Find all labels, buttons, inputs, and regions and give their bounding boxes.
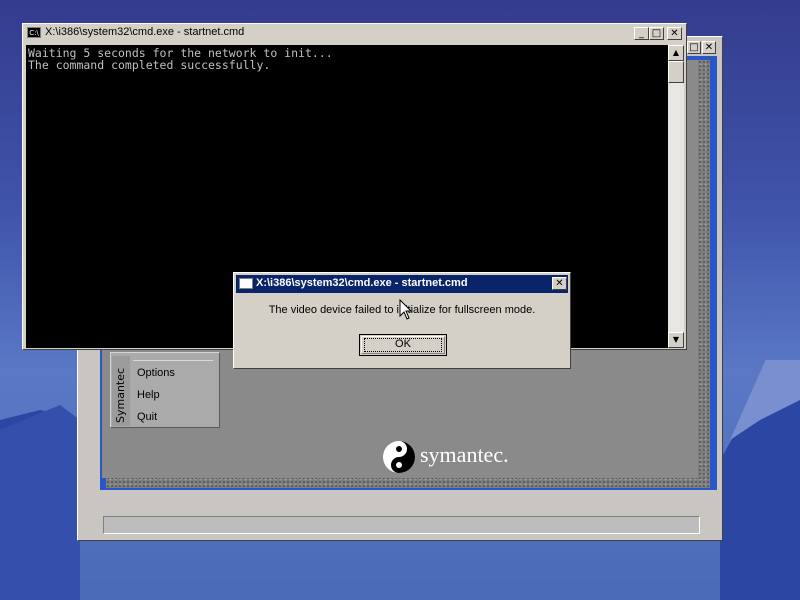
ok-button[interactable]: OK: [359, 334, 447, 356]
menu-item-help[interactable]: Help: [137, 389, 160, 401]
back-window-maximize-button[interactable]: □: [687, 41, 701, 54]
scroll-up-button[interactable]: ▲: [668, 45, 684, 61]
scroll-down-button[interactable]: ▼: [668, 332, 684, 348]
menu-item-quit[interactable]: Quit: [137, 411, 157, 423]
dialog-titlebar[interactable]: X:\i386\system32\cmd.exe - startnet.cmd …: [236, 275, 568, 293]
scroll-thumb[interactable]: [668, 61, 684, 83]
menu-item-options[interactable]: Options: [137, 367, 175, 379]
symantec-logo-icon: [383, 441, 415, 473]
ok-button-label: OK: [395, 338, 411, 350]
maximize-button[interactable]: □: [649, 27, 664, 40]
minimize-button[interactable]: _: [634, 27, 649, 40]
cmd-title: X:\i386\system32\cmd.exe - startnet.cmd: [45, 26, 245, 38]
cmd-titlebar[interactable]: C:\ X:\i386\system32\cmd.exe - startnet.…: [23, 24, 686, 42]
back-window-close-button[interactable]: ✕: [702, 41, 716, 54]
symantec-logo-text: symantec.: [420, 442, 509, 467]
menu-divider: [133, 360, 213, 361]
symantec-status-bar: [103, 516, 700, 534]
console-line: The command completed successfully.: [28, 58, 271, 72]
close-button[interactable]: ✕: [667, 27, 682, 40]
window-icon: [239, 278, 253, 289]
vertical-scrollbar[interactable]: ▲ ▼: [668, 45, 684, 348]
dialog-close-button[interactable]: ✕: [552, 277, 567, 290]
dialog-title: X:\i386\system32\cmd.exe - startnet.cmd: [256, 277, 468, 289]
mouse-cursor-icon: [399, 299, 413, 320]
menu-brand-label: Symantec: [114, 367, 127, 423]
cmd-icon: C:\: [27, 27, 41, 38]
